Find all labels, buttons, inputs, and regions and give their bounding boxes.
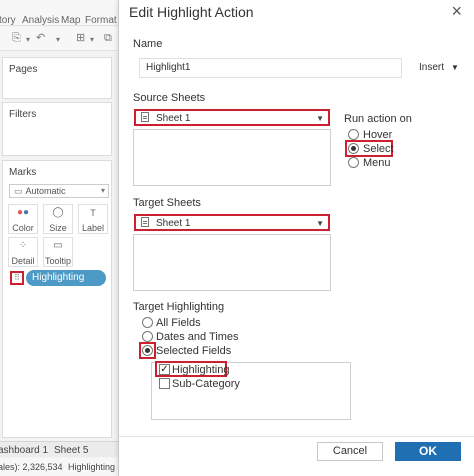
tab-dashboard[interactable]: ashboard 1 xyxy=(0,445,48,457)
selected-fields-radio[interactable] xyxy=(142,345,153,356)
name-label: Name xyxy=(133,38,163,50)
menu-label: Menu xyxy=(363,157,391,169)
undo-icon[interactable]: ↶ xyxy=(36,32,45,44)
label-button[interactable]: T Label xyxy=(78,204,108,234)
chevron-down-icon: ▼ xyxy=(316,114,324,123)
tooltip-icon: ▭ xyxy=(53,240,63,251)
detail-icon: ⁘ xyxy=(18,240,28,251)
dialog-title: Edit Highlight Action xyxy=(129,4,254,20)
color-icon: ●● xyxy=(16,207,30,218)
size-icon: ◯ xyxy=(52,207,64,218)
tooltip-label: Tooltip xyxy=(44,256,71,266)
source-sheets-label: Source Sheets xyxy=(133,92,206,104)
target-sheets-list[interactable] xyxy=(133,234,331,291)
menu-story[interactable]: tory xyxy=(0,15,16,27)
selected-fields-label: Selected Fields xyxy=(156,345,232,357)
chevron-down-icon: ▾ xyxy=(100,186,105,195)
dropdown-icon[interactable]: ▾ xyxy=(26,34,30,46)
source-sheets-dropdown[interactable]: Sheet 1 ▼ xyxy=(134,109,330,126)
pages-label: Pages xyxy=(9,64,38,75)
color-label: Color xyxy=(12,223,34,233)
label-label: Label xyxy=(81,223,105,233)
tooltip-button[interactable]: ▭ Tooltip xyxy=(43,237,73,267)
edit-highlight-action-dialog: Edit Highlight Action × Name Highlight1 … xyxy=(118,0,474,476)
target-sheets-label: Target Sheets xyxy=(133,197,201,209)
dates-times-radio[interactable] xyxy=(142,331,153,342)
source-sheet-value: Sheet 1 xyxy=(156,113,191,124)
name-input[interactable]: Highlight1 xyxy=(139,58,402,78)
new-worksheet-icon[interactable]: ⊞ xyxy=(76,32,85,44)
pages-shelf: Pages xyxy=(2,57,112,99)
status-sum: ales): 2,326,534 xyxy=(0,462,63,472)
sub-category-label: Sub-Category xyxy=(172,378,240,390)
select-radio[interactable] xyxy=(348,143,359,154)
menu-map[interactable]: Map xyxy=(61,15,80,27)
close-icon[interactable]: × xyxy=(451,0,462,22)
target-highlighting-label: Target Highlighting xyxy=(133,301,225,313)
chevron-down-icon: ▼ xyxy=(451,63,459,72)
dropdown-icon-2[interactable]: ▾ xyxy=(90,34,94,46)
toolbar: ⎘ ▾ ↶ ▾ ⊞ ▾ ⧉ xyxy=(0,27,122,51)
detail-button[interactable]: ⁘ Detail xyxy=(8,237,38,267)
menu-format[interactable]: Format xyxy=(85,15,117,27)
status-bar: ales): 2,326,534 Highlighting or xyxy=(0,458,122,476)
sheet-tabs: ashboard 1 Sheet 5 xyxy=(0,441,122,457)
menu-bar: tory Analysis Map Format xyxy=(0,0,122,26)
detail-label: Detail xyxy=(11,256,35,266)
sheet-icon xyxy=(141,112,149,122)
target-sheets-dropdown[interactable]: Sheet 1 ▼ xyxy=(134,214,330,231)
footer-divider xyxy=(119,436,474,437)
all-fields-label: All Fields xyxy=(156,317,201,329)
select-label: Select xyxy=(363,143,394,155)
chevron-down-icon: ▼ xyxy=(316,219,324,228)
marks-label: Marks xyxy=(9,167,37,178)
source-sheets-list[interactable] xyxy=(133,129,331,186)
highlight-field-icon[interactable]: ⠿ xyxy=(10,271,24,285)
filters-label: Filters xyxy=(9,109,37,120)
color-button[interactable]: ●● Color xyxy=(8,204,38,234)
tableau-background: tory Analysis Map Format ⎘ ▾ ↶ ▾ ⊞ ▾ ⧉ P… xyxy=(0,0,122,476)
ok-button[interactable]: OK xyxy=(395,442,461,461)
target-sheet-value: Sheet 1 xyxy=(156,218,191,229)
mark-type-value: Automatic xyxy=(25,186,66,196)
highlighting-checkbox[interactable]: ✓ xyxy=(159,364,170,375)
marks-card: Marks ▭ Automatic ▾ xyxy=(2,160,112,438)
mark-type-dropdown[interactable]: ▭ Automatic ▾ xyxy=(9,184,109,198)
data-source-icon[interactable]: ⎘ xyxy=(12,32,21,44)
automatic-icon: ▭ xyxy=(14,186,23,196)
insert-dropdown[interactable]: Insert ▼ xyxy=(419,61,459,74)
size-label: Size xyxy=(49,223,67,233)
size-button[interactable]: ◯ Size xyxy=(43,204,73,234)
all-fields-radio[interactable] xyxy=(142,317,153,328)
hover-radio[interactable] xyxy=(348,129,359,140)
dates-times-label: Dates and Times xyxy=(156,331,239,343)
filters-shelf: Filters xyxy=(2,102,112,156)
menu-analysis[interactable]: Analysis xyxy=(22,15,59,27)
insert-label: Insert xyxy=(419,62,445,73)
status-sheet: Highlighting or xyxy=(68,462,122,472)
highlighting-pill[interactable]: Highlighting xyxy=(26,270,106,286)
label-icon: T xyxy=(90,208,96,218)
duplicate-icon[interactable]: ⧉ xyxy=(104,32,112,44)
menu-radio[interactable] xyxy=(348,157,359,168)
highlighting-field-label: Highlighting xyxy=(172,364,230,376)
tab-sheet5[interactable]: Sheet 5 xyxy=(54,445,88,457)
run-action-label: Run action on xyxy=(344,113,412,125)
redo-icon[interactable]: ▾ xyxy=(56,34,60,46)
sub-category-checkbox[interactable] xyxy=(159,378,170,389)
cancel-button[interactable]: Cancel xyxy=(317,442,383,461)
sheet-icon xyxy=(141,217,149,227)
